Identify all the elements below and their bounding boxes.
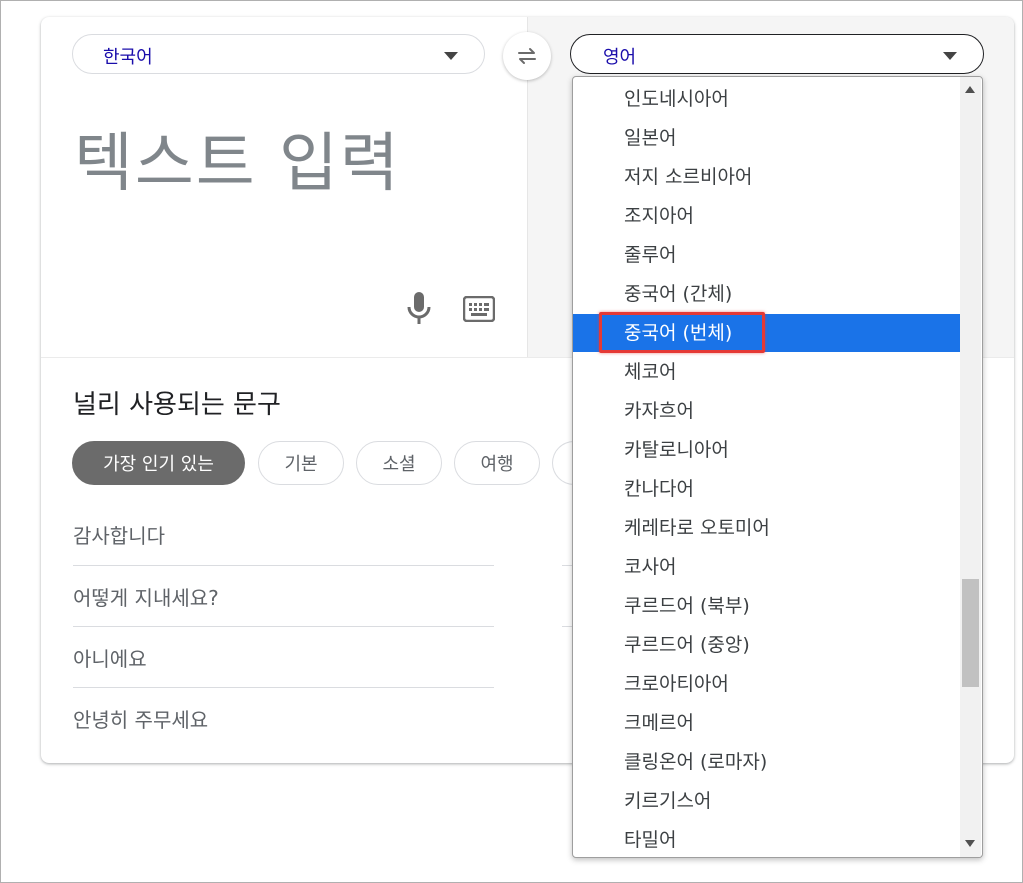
source-text-input[interactable]: 텍스트 입력	[74, 112, 401, 204]
source-language-select[interactable]: 한국어	[72, 34, 485, 74]
dropdown-option[interactable]: 타밀어	[573, 821, 960, 857]
chip-travel[interactable]: 여행	[454, 441, 540, 485]
dropdown-option[interactable]: 체코어	[573, 353, 960, 391]
language-dropdown-list[interactable]: 인도네시아어 일본어 저지 소르비아어 조지아어 줄루어 중국어 (간체) 중국…	[572, 76, 983, 858]
caret-down-icon	[444, 52, 458, 60]
microphone-icon[interactable]	[406, 292, 432, 326]
keyboard-icon[interactable]	[463, 296, 495, 322]
dropdown-option[interactable]: 쿠르드어 (북부)	[573, 587, 960, 625]
scroll-down-arrow-icon[interactable]	[965, 840, 975, 847]
target-language-label: 영어	[603, 47, 637, 68]
dropdown-option[interactable]: 칸나다어	[573, 470, 960, 508]
dropdown-option[interactable]: 쿠르드어 (중앙)	[573, 626, 960, 664]
dropdown-option[interactable]: 인도네시아어	[573, 80, 960, 118]
chip-social[interactable]: 소셜	[356, 441, 442, 485]
phrase-item[interactable]: 감사합니다	[73, 520, 494, 549]
phrase-item[interactable]: 어떻게 지내세요?	[73, 582, 494, 611]
swap-icon	[518, 48, 536, 64]
phrase-divider	[73, 687, 494, 688]
target-language-select[interactable]: 영어	[570, 34, 984, 74]
dropdown-option[interactable]: 케레타로 오토미어	[573, 509, 960, 547]
caret-down-icon	[943, 52, 957, 60]
phrase-divider	[73, 626, 494, 627]
phrase-item[interactable]: 아니에요	[73, 643, 494, 672]
dropdown-option[interactable]: 카탈로니아어	[573, 431, 960, 469]
phrase-item[interactable]: 안녕히 주무세요	[73, 704, 494, 733]
scroll-up-arrow-icon[interactable]	[965, 86, 975, 93]
chip-basic[interactable]: 기본	[258, 441, 344, 485]
highlight-annotation-box	[599, 312, 765, 353]
dropdown-option[interactable]: 저지 소르비아어	[573, 158, 960, 196]
dropdown-option[interactable]: 중국어 (간체)	[573, 275, 960, 313]
dropdown-option[interactable]: 일본어	[573, 119, 960, 157]
dropdown-option[interactable]: 줄루어	[573, 236, 960, 274]
source-language-label: 한국어	[103, 47, 153, 68]
dropdown-option[interactable]: 크로아티아어	[573, 665, 960, 703]
dropdown-option[interactable]: 크메르어	[573, 704, 960, 742]
chip-most-popular[interactable]: 가장 인기 있는	[72, 441, 245, 485]
dropdown-option[interactable]: 조지아어	[573, 197, 960, 235]
scrollbar-thumb[interactable]	[962, 579, 979, 687]
phrases-title: 널리 사용되는 문구	[73, 390, 281, 420]
swap-languages-button[interactable]	[503, 32, 551, 80]
dropdown-option[interactable]: 코사어	[573, 548, 960, 586]
dropdown-option[interactable]: 클링온어 (로마자)	[573, 743, 960, 781]
phrase-divider	[73, 565, 494, 566]
dropdown-scrollbar[interactable]	[960, 77, 981, 857]
dropdown-option[interactable]: 카자흐어	[573, 392, 960, 430]
dropdown-option[interactable]: 키르기스어	[573, 782, 960, 820]
